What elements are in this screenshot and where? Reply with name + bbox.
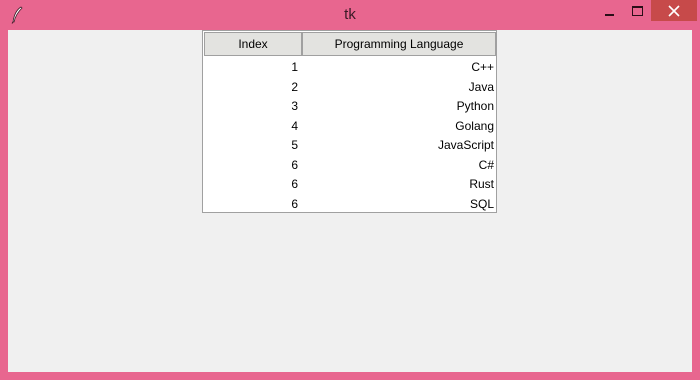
treeview-table[interactable]: Index Programming Language 1 C++ 2 Java … [202,30,497,213]
column-header-index[interactable]: Index [204,32,302,56]
minimize-icon [604,13,614,16]
table-row[interactable]: 6 Rust [204,174,496,194]
cell-index: 1 [291,60,298,74]
cell-index: 3 [291,99,298,113]
cell-language: C# [478,157,494,172]
table-row[interactable]: 6 C# [204,155,496,175]
cell-language: SQL [469,196,494,211]
cell-language: Golang [455,118,494,133]
cell-index: 4 [291,118,298,133]
table-row[interactable]: 4 Golang [204,116,496,136]
cell-index: 2 [291,79,298,94]
close-icon [668,4,680,17]
client-area: Index Programming Language 1 C++ 2 Java … [8,30,692,372]
maximize-icon [631,5,643,16]
app-window: tk Index Programming Language 1 C++ 2 Ja… [0,0,700,380]
table-row[interactable]: 1 C++ [204,57,496,77]
cell-index: 6 [291,177,298,191]
cell-language: Rust [469,177,494,191]
table-row[interactable]: 6 SQL [204,194,496,214]
table-row[interactable]: 2 Java [204,77,496,97]
cell-language: Python [456,99,494,113]
maximize-button[interactable] [622,0,652,21]
cell-language: Java [468,79,494,94]
cell-index: 6 [291,157,298,172]
cell-language: JavaScript [437,138,494,152]
title-bar[interactable]: tk [0,0,700,30]
table-row[interactable]: 3 Python [204,96,496,116]
column-header-language[interactable]: Programming Language [302,32,496,56]
cell-index: 5 [291,138,298,152]
close-button[interactable] [651,0,697,21]
cell-language: C++ [471,60,494,74]
table-row[interactable]: 5 JavaScript [204,135,496,155]
minimize-button[interactable] [594,0,624,21]
cell-index: 6 [291,196,298,211]
